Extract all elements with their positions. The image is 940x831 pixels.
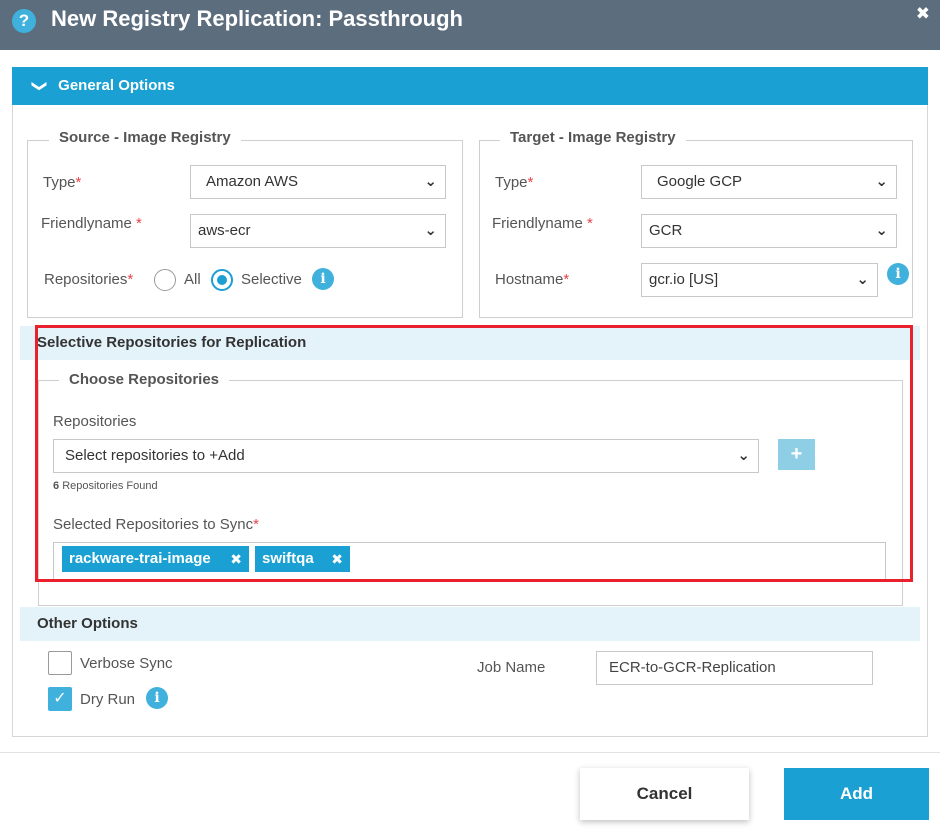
job-name-value: ECR-to-GCR-Replication [609, 659, 776, 676]
info-icon[interactable]: i [887, 263, 909, 285]
choose-repositories-legend: Choose Repositories [59, 371, 230, 388]
add-repository-button[interactable]: + [778, 439, 815, 470]
other-options-header: Other Options [20, 607, 920, 641]
source-friendlyname-select[interactable]: aws-ecr ⌄ [190, 214, 446, 248]
chevron-down-icon: ⌄ [424, 173, 437, 190]
verbose-sync-label: Verbose Sync [80, 655, 173, 672]
info-icon[interactable]: i [312, 268, 334, 290]
help-icon[interactable]: ? [12, 9, 36, 33]
add-button[interactable]: Add [784, 768, 929, 820]
target-friendlyname-value: GCR [649, 222, 683, 239]
plus-icon: + [790, 443, 803, 465]
dialog-title: New Registry Replication: Passthrough [51, 6, 463, 31]
source-type-value: Amazon AWS [206, 173, 298, 190]
cancel-button[interactable]: Cancel [580, 768, 749, 820]
dry-run-checkbox[interactable]: ✓ [48, 687, 72, 711]
dialog-title-bar: ? New Registry Replication: Passthrough … [0, 0, 940, 50]
remove-tag-icon[interactable]: ✖ [331, 546, 343, 572]
source-type-select[interactable]: Amazon AWS ⌄ [190, 165, 446, 199]
job-name-input[interactable]: ECR-to-GCR-Replication [596, 651, 873, 685]
selected-repo-tag: swiftqa ✖ [255, 546, 350, 572]
general-options-header[interactable]: ❯ General Options [12, 67, 928, 105]
radio-selective[interactable] [211, 269, 233, 291]
radio-selective-label: Selective [241, 271, 302, 288]
verbose-sync-checkbox[interactable] [48, 651, 72, 675]
chevron-down-icon: ⌄ [856, 271, 869, 288]
target-registry-legend: Target - Image Registry [500, 129, 686, 146]
repositories-placeholder: Select repositories to +Add [65, 447, 245, 464]
repositories-label: Repositories [53, 413, 137, 430]
chevron-down-icon: ⌄ [424, 222, 437, 239]
source-registry-legend: Source - Image Registry [49, 129, 241, 146]
target-friendlyname-label: Friendlyname * [492, 215, 593, 232]
chevron-down-icon: ❯ [31, 79, 48, 93]
other-options-title: Other Options [37, 615, 138, 632]
target-hostname-select[interactable]: gcr.io [US] ⌄ [641, 263, 878, 297]
target-type-label: Type* [495, 174, 534, 191]
selected-repo-tag: rackware-trai-image ✖ [62, 546, 249, 572]
source-friendlyname-value: aws-ecr [198, 222, 251, 239]
source-repositories-label: Repositories* [44, 271, 134, 288]
target-type-value: Google GCP [657, 173, 743, 190]
selected-repo-tag-label: rackware-trai-image [69, 550, 211, 567]
footer-divider [0, 752, 940, 753]
selective-repositories-title: Selective Repositories for Replication [37, 334, 307, 351]
source-type-label: Type* [43, 174, 82, 191]
chevron-down-icon: ⌄ [875, 173, 888, 190]
info-icon[interactable]: i [146, 687, 168, 709]
repositories-select[interactable]: Select repositories to +Add ⌄ [53, 439, 759, 473]
radio-all-label: All [184, 271, 201, 288]
radio-all[interactable] [154, 269, 176, 291]
remove-tag-icon[interactable]: ✖ [230, 546, 242, 572]
repositories-found-text: Repositories Found [62, 480, 158, 492]
repositories-found: 6 Repositories Found [53, 480, 158, 492]
job-name-label: Job Name [477, 659, 546, 676]
target-hostname-value: gcr.io [US] [649, 271, 719, 288]
dry-run-label: Dry Run [80, 691, 136, 708]
chevron-down-icon: ⌄ [875, 222, 888, 239]
selected-repo-tag-label: swiftqa [262, 550, 314, 567]
target-type-select[interactable]: Google GCP ⌄ [641, 165, 897, 199]
target-friendlyname-select[interactable]: GCR ⌄ [641, 214, 897, 248]
chevron-down-icon: ⌄ [737, 447, 750, 464]
close-icon[interactable]: ✖ [916, 4, 930, 24]
selected-repositories-label: Selected Repositories to Sync* [53, 516, 259, 533]
source-friendlyname-label: Friendlyname * [41, 215, 142, 232]
target-hostname-label: Hostname* [495, 271, 570, 288]
selective-repositories-header: Selective Repositories for Replication [20, 326, 920, 360]
general-options-label: General Options [58, 77, 175, 94]
repositories-found-count: 6 [53, 480, 60, 492]
